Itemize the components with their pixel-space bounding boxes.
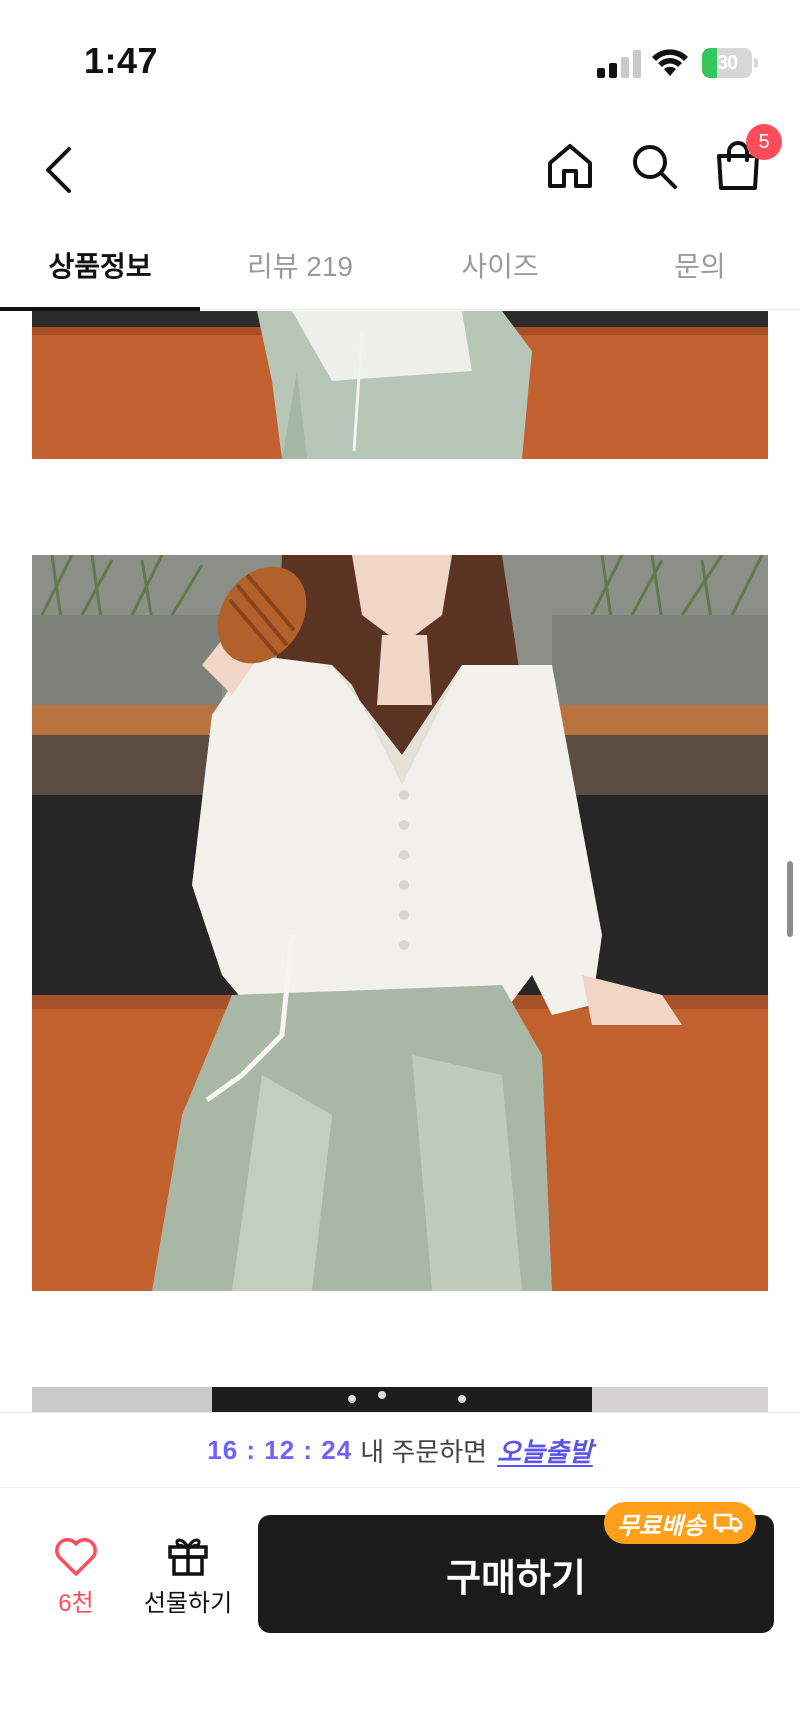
- tab-product-info[interactable]: 상품정보: [0, 220, 200, 311]
- back-button[interactable]: [30, 132, 86, 208]
- gift-label: 선물하기: [143, 1590, 233, 1617]
- status-time: 1:47: [84, 40, 159, 81]
- battery-level: 30: [716, 52, 738, 74]
- product-tabs: 상품정보 리뷰 219 사이즈 문의: [0, 220, 800, 311]
- tab-size[interactable]: 사이즈: [400, 220, 600, 310]
- heart-icon: [55, 1538, 97, 1576]
- gift-button[interactable]: 선물하기: [136, 1533, 240, 1629]
- home-button[interactable]: [540, 134, 600, 198]
- same-day-shipping-banner: 16 : 12 : 24 내 주문하면 오늘출발: [0, 1412, 800, 1488]
- scrollbar[interactable]: [787, 861, 793, 937]
- same-day-shipping-label: 오늘출발: [497, 1436, 593, 1467]
- like-count: 6천: [58, 1590, 94, 1617]
- cart-count-badge: 5: [746, 124, 782, 160]
- delivery-truck-icon: [713, 1513, 743, 1533]
- tab-reviews[interactable]: 리뷰 219: [200, 220, 400, 310]
- wifi-icon: [650, 46, 690, 78]
- like-button[interactable]: 6천: [40, 1537, 112, 1627]
- free-shipping-badge: 무료배송: [604, 1502, 756, 1544]
- back-chevron-icon: [46, 147, 71, 193]
- promo-text: 내 주문하면: [360, 1436, 488, 1467]
- product-photo-partial-bottom: [32, 1387, 768, 1412]
- product-detail-content[interactable]: [0, 311, 800, 1412]
- search-icon: [633, 145, 677, 189]
- countdown-timer: 16 : 12 : 24: [207, 1434, 353, 1465]
- tab-inquiry[interactable]: 문의: [600, 220, 800, 310]
- purchase-bar: 6천 선물하기 구매하기 무료배송: [0, 1489, 800, 1733]
- battery-icon: 30: [702, 48, 758, 78]
- top-nav: [0, 120, 800, 220]
- free-shipping-label: 무료배송: [616, 1512, 706, 1540]
- product-photo-main: [32, 555, 768, 1291]
- status-bar: 1:47 30: [0, 0, 800, 120]
- search-button[interactable]: [624, 134, 684, 198]
- cellular-signal-icon: [597, 50, 641, 78]
- product-photo-partial-top: [32, 311, 768, 459]
- home-icon: [548, 144, 592, 188]
- gift-icon: [168, 1538, 208, 1576]
